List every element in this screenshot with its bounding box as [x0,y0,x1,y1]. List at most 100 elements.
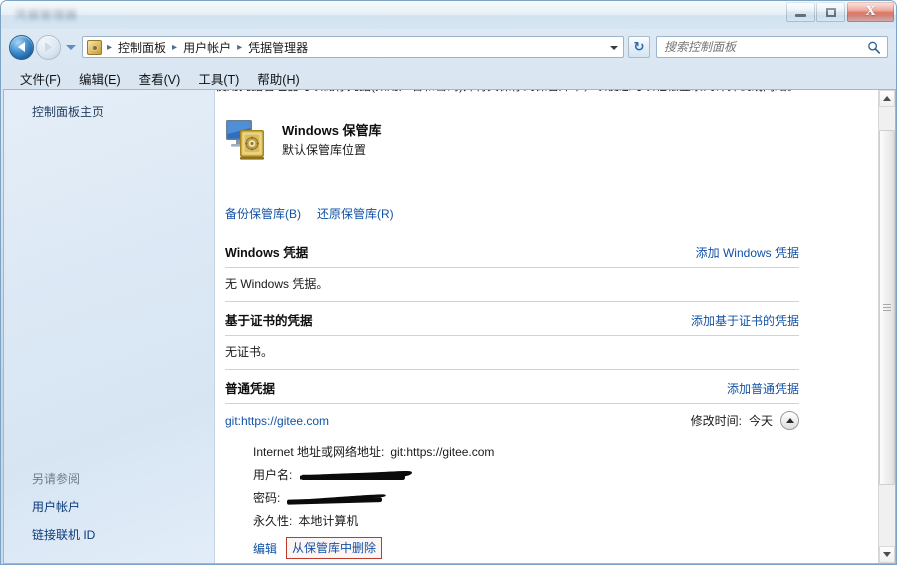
minimize-button[interactable] [786,2,815,22]
sidebar: 控制面板主页 另请参阅 用户帐户 链接联机 ID [4,90,215,563]
collapse-credential-button[interactable] [780,411,799,430]
address-bar[interactable]: ▸ 控制面板 ▸ 用户帐户 ▸ 凭据管理器 [82,36,624,58]
breadcrumb-item-user-accounts[interactable]: 用户帐户 [180,39,234,56]
modified-label: 修改时间: [690,414,742,428]
scroll-up-button[interactable] [879,90,895,107]
refresh-button[interactable]: ↻ [628,36,650,58]
menu-item-edit[interactable]: 编辑(E) [70,67,130,90]
sidebar-item-user-accounts[interactable]: 用户帐户 [32,498,95,515]
search-icon [868,41,881,54]
chevron-down-icon [610,45,618,50]
menu-bar: 文件(F) 编辑(E) 查看(V) 工具(T) 帮助(H) [1,65,896,91]
detail-label: 密码: [253,491,281,505]
detail-label: Internet 地址或网络地址: [253,445,385,459]
section-empty-text: 无 Windows 凭据。 [225,277,329,291]
windows-vault-icon [225,118,273,162]
arrow-down-icon [883,552,891,557]
sidebar-item-link-online-id[interactable]: 链接联机 ID [32,526,95,543]
sidebar-see-also-group: 另请参阅 用户帐户 链接联机 ID [32,470,95,543]
credential-manager-window: 凭据管理器 X ▸ 控制面板 ▸ 用户帐户 ▸ 凭据管理器 ↻ 搜索控制面板 文… [0,0,897,565]
title-bar[interactable]: 凭据管理器 X [1,1,896,29]
recent-locations-button[interactable] [64,35,77,60]
breadcrumb-item-control-panel[interactable]: 控制面板 [115,39,169,56]
section-windows-credentials: Windows 凭据 添加 Windows 凭据 无 Windows 凭据。 [225,242,799,302]
main-panel: 使用凭据管理器可以储存凭据(如用户名和密码)并将其保存到保管库中，以便您可以轻松… [215,90,878,563]
scroll-down-button[interactable] [879,546,895,563]
minimize-icon [795,13,806,17]
arrow-up-icon [883,96,891,101]
menu-item-tools[interactable]: 工具(T) [189,67,248,90]
section-title: 普通凭据 [225,382,276,396]
section-divider-bottom [225,301,799,302]
edit-credential-link[interactable]: 编辑 [253,540,277,557]
add-windows-credential-link[interactable]: 添加 Windows 凭据 [696,244,799,261]
navigation-bar: ▸ 控制面板 ▸ 用户帐户 ▸ 凭据管理器 ↻ [1,29,896,65]
breadcrumb-separator-2: ▸ [237,41,243,53]
maximize-icon [825,7,836,17]
window-controls: X [785,2,894,22]
detail-label: 永久性: [253,514,293,528]
intro-paragraph-clip: 使用凭据管理器可以储存凭据(如用户名和密码)并将其保存到保管库中，以便您可以轻松… [215,90,835,94]
vault-breadcrumb-icon [87,39,102,55]
chevron-up-icon [785,418,794,423]
section-generic-credentials: 普通凭据 添加普通凭据 git:https://gitee.com 修改时间: … [225,378,799,559]
scrollbar-grip-icon [883,304,891,311]
section-empty-text: 无证书。 [225,345,274,359]
credential-details: Internet 地址或网络地址: git:https://gitee.com … [225,436,799,559]
scrollbar-thumb[interactable] [879,130,895,485]
credential-name[interactable]: git:https://gitee.com [225,414,329,428]
section-header: 基于证书的凭据 添加基于证书的凭据 [225,310,799,335]
detail-internet-address: Internet 地址或网络地址: git:https://gitee.com [253,440,799,463]
breadcrumb-separator-0: ▸ [107,41,113,53]
detail-persistence: 永久性: 本地计算机 [253,509,799,532]
address-dropdown-button[interactable] [607,40,621,55]
section-divider-bottom [225,369,799,370]
credential-row-header[interactable]: git:https://gitee.com 修改时间: 今天 [225,404,799,436]
window-title: 凭据管理器 [15,8,78,22]
credential-meta: 修改时间: 今天 [691,411,799,430]
search-box[interactable] [656,36,888,58]
detail-value: 本地计算机 [298,514,359,528]
detail-value: git:https://gitee.com [390,444,495,459]
chevron-down-icon [65,44,76,50]
section-title: 基于证书的凭据 [225,314,313,328]
remove-from-vault-link[interactable]: 从保管库中删除 [286,537,383,559]
content-area: 控制面板主页 另请参阅 用户帐户 链接联机 ID 使用凭据管理器可以储存凭据(如… [3,89,896,564]
restore-vault-link[interactable]: 还原保管库(R) [317,205,394,222]
close-button[interactable]: X [847,2,894,22]
detail-username: 用户名: [253,463,799,486]
password-redaction-mark [286,491,394,505]
breadcrumb-item-credential-manager[interactable]: 凭据管理器 [245,39,311,56]
backup-vault-link[interactable]: 备份保管库(B) [225,205,301,222]
refresh-icon: ↻ [633,39,645,54]
username-redaction-mark [298,468,418,482]
back-button[interactable] [9,34,34,60]
sidebar-item-control-panel-home[interactable]: 控制面板主页 [32,103,104,120]
vault-title: Windows 保管库 [282,123,382,138]
add-certificate-credential-link[interactable]: 添加基于证书的凭据 [691,312,799,329]
vault-text-group: Windows 保管库 默认保管库位置 [282,120,382,160]
vault-subtitle: 默认保管库位置 [282,143,367,157]
section-certificate-credentials: 基于证书的凭据 添加基于证书的凭据 无证书。 [225,310,799,370]
menu-item-view[interactable]: 查看(V) [130,67,190,90]
close-icon: X [865,4,876,19]
search-input[interactable] [657,38,857,56]
menu-item-help[interactable]: 帮助(H) [248,67,308,90]
forward-button[interactable] [36,34,61,60]
see-also-heading: 另请参阅 [32,472,81,486]
breadcrumb-separator-1: ▸ [172,41,178,53]
section-title: Windows 凭据 [225,246,309,260]
vertical-scrollbar[interactable] [878,90,895,563]
vault-action-links: 备份保管库(B) 还原保管库(R) [225,205,394,222]
arrow-left-icon [18,42,25,52]
maximize-button[interactable] [816,2,845,22]
arrow-right-icon [45,42,52,52]
menu-item-file[interactable]: 文件(F) [11,67,70,90]
add-generic-credential-link[interactable]: 添加普通凭据 [727,380,799,397]
section-header: Windows 凭据 添加 Windows 凭据 [225,242,799,267]
detail-label: 用户名: [253,468,293,482]
detail-password: 密码: [253,486,799,509]
intro-paragraph: 使用凭据管理器可以储存凭据(如用户名和密码)并将其保存到保管库中，以便您可以轻松… [215,90,799,94]
section-header: 普通凭据 添加普通凭据 [225,378,799,403]
modified-value: 今天 [748,414,773,428]
